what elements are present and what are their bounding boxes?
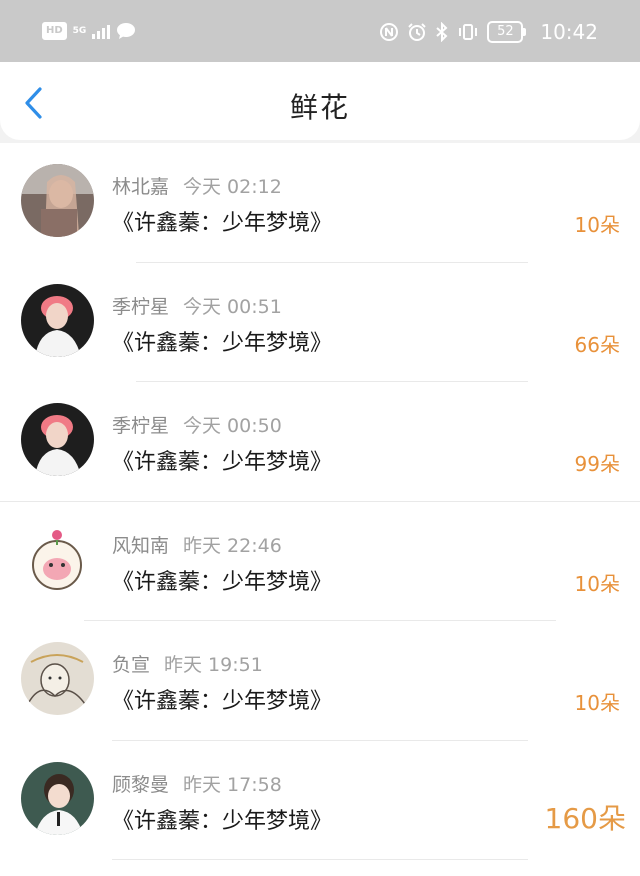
nfc-icon	[380, 23, 399, 41]
sender-name: 季柠星	[112, 415, 170, 437]
send-time: 昨天 17:58	[183, 773, 282, 796]
list-item[interactable]: 负宣 昨天 19:51 《许鑫蓁：少年梦境》 10朵	[0, 621, 640, 741]
record-meta: 季柠星 今天 00:50	[112, 411, 282, 438]
message-icon	[117, 23, 136, 39]
list-item[interactable]: 季柠星 今天 00:50 《许鑫蓁：少年梦境》 99朵	[0, 382, 640, 502]
work-title: 《许鑫蓁：少年梦境》	[112, 808, 333, 834]
list-item[interactable]: 季柠星 今天 00:51 《许鑫蓁：少年梦境》 66朵	[0, 263, 640, 382]
flower-count: 10朵	[574, 691, 620, 715]
sender-name: 风知南	[112, 534, 170, 557]
avatar[interactable]	[21, 283, 94, 357]
avatar[interactable]	[21, 403, 94, 476]
flower-count: 160朵	[544, 801, 626, 835]
record-meta: 风知南 昨天 22:46	[112, 531, 282, 558]
list-item[interactable]: 风知南 昨天 22:46 《许鑫蓁：少年梦境》 10朵	[0, 502, 640, 621]
avatar[interactable]	[21, 522, 94, 596]
sender-name: 季柠星	[112, 295, 170, 318]
battery-icon: 52	[487, 21, 527, 43]
flower-count: 66朵	[574, 332, 620, 357]
network-type: 5G	[72, 25, 87, 36]
app-header: 鲜花	[0, 62, 640, 140]
flower-count: 99朵	[574, 452, 620, 476]
sender-name: 负宣	[112, 654, 151, 676]
send-time: 今天 00:51	[183, 295, 282, 318]
clock: 10:42	[540, 20, 598, 44]
work-title: 《许鑫蓁：少年梦境》	[112, 330, 333, 356]
vibrate-icon	[459, 24, 478, 40]
work-title: 《许鑫蓁：少年梦境》	[112, 569, 333, 595]
record-meta: 季柠星 今天 00:51	[112, 292, 282, 319]
send-time: 昨天 22:46	[183, 534, 282, 557]
status-right: 52 10:42	[379, 20, 598, 44]
send-time: 今天 00:50	[183, 415, 282, 437]
record-meta: 林北嘉 今天 02:12	[112, 172, 282, 199]
send-time: 昨天 19:51	[164, 654, 263, 676]
alarm-icon	[408, 23, 427, 41]
work-title: 《许鑫蓁：少年梦境》	[112, 211, 333, 236]
work-title: 《许鑫蓁：少年梦境》	[112, 450, 333, 475]
avatar[interactable]	[21, 761, 94, 835]
avatar[interactable]	[21, 164, 94, 237]
list-item[interactable]: 顾黎曼 昨天 17:58 《许鑫蓁：少年梦境》 160朵	[0, 741, 640, 860]
list-item[interactable]: 林北嘉 今天 02:12 《许鑫蓁：少年梦境》 10朵	[0, 143, 640, 263]
flower-count: 10朵	[574, 571, 620, 596]
record-meta: 负宣 昨天 19:51	[112, 650, 263, 677]
record-meta: 顾黎曼 昨天 17:58	[112, 770, 282, 797]
status-left: HD 5G	[42, 22, 136, 40]
flower-record-list: 林北嘉 今天 02:12 《许鑫蓁：少年梦境》 10朵 季柠星 今天 00:51 《…	[0, 143, 640, 876]
page-title: 鲜花	[289, 91, 350, 124]
send-time: 今天 02:12	[183, 176, 282, 198]
bluetooth-icon	[436, 22, 448, 42]
divider	[112, 859, 528, 860]
hd-icon: HD	[42, 22, 67, 40]
avatar[interactable]	[21, 642, 94, 715]
sender-name: 林北嘉	[112, 176, 170, 198]
flower-count: 10朵	[574, 213, 620, 237]
battery-level: 52	[487, 21, 524, 43]
signal-icon	[92, 23, 111, 39]
status-bar: HD 5G 52 10:42	[0, 0, 640, 62]
work-title: 《许鑫蓁：少年梦境》	[112, 689, 333, 714]
sender-name: 顾黎曼	[112, 773, 170, 796]
